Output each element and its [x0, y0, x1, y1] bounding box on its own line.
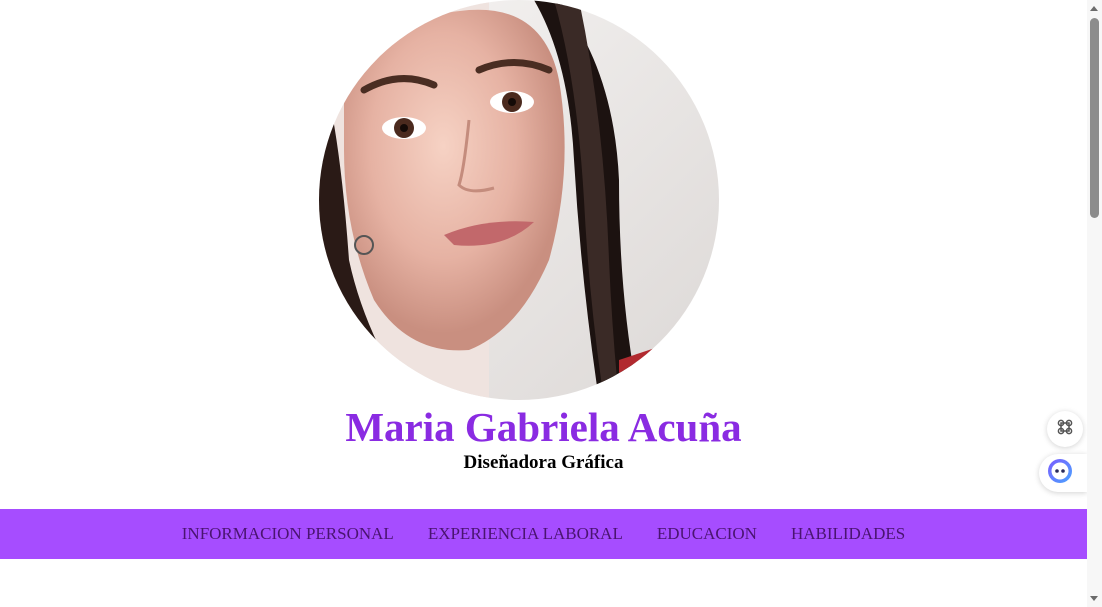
assistant-face-icon — [1047, 458, 1073, 489]
command-icon — [1056, 418, 1074, 441]
nav-item-experiencia-laboral[interactable]: EXPERIENCIA LABORAL — [428, 524, 623, 544]
profile-title: Diseñadora Gráfica — [463, 452, 624, 473]
nav-item-habilidades[interactable]: HABILIDADES — [791, 524, 905, 544]
scroll-down-icon[interactable] — [1090, 596, 1098, 601]
assistant-widget-button[interactable] — [1039, 454, 1087, 492]
nav-item-educacion[interactable]: EDUCACION — [657, 524, 757, 544]
main-nav: INFORMACION PERSONAL EXPERIENCIA LABORAL… — [0, 509, 1087, 559]
scroll-up-icon[interactable] — [1090, 6, 1098, 11]
vertical-scrollbar[interactable] — [1087, 0, 1102, 607]
nav-item-informacion-personal[interactable]: INFORMACION PERSONAL — [182, 524, 394, 544]
profile-photo — [319, 0, 719, 400]
command-widget-button[interactable] — [1047, 411, 1083, 447]
scroll-thumb[interactable] — [1090, 18, 1099, 218]
profile-name: Maria Gabriela Acuña — [345, 404, 742, 450]
page: Maria Gabriela Acuña Diseñadora Gráfica … — [0, 0, 1087, 607]
